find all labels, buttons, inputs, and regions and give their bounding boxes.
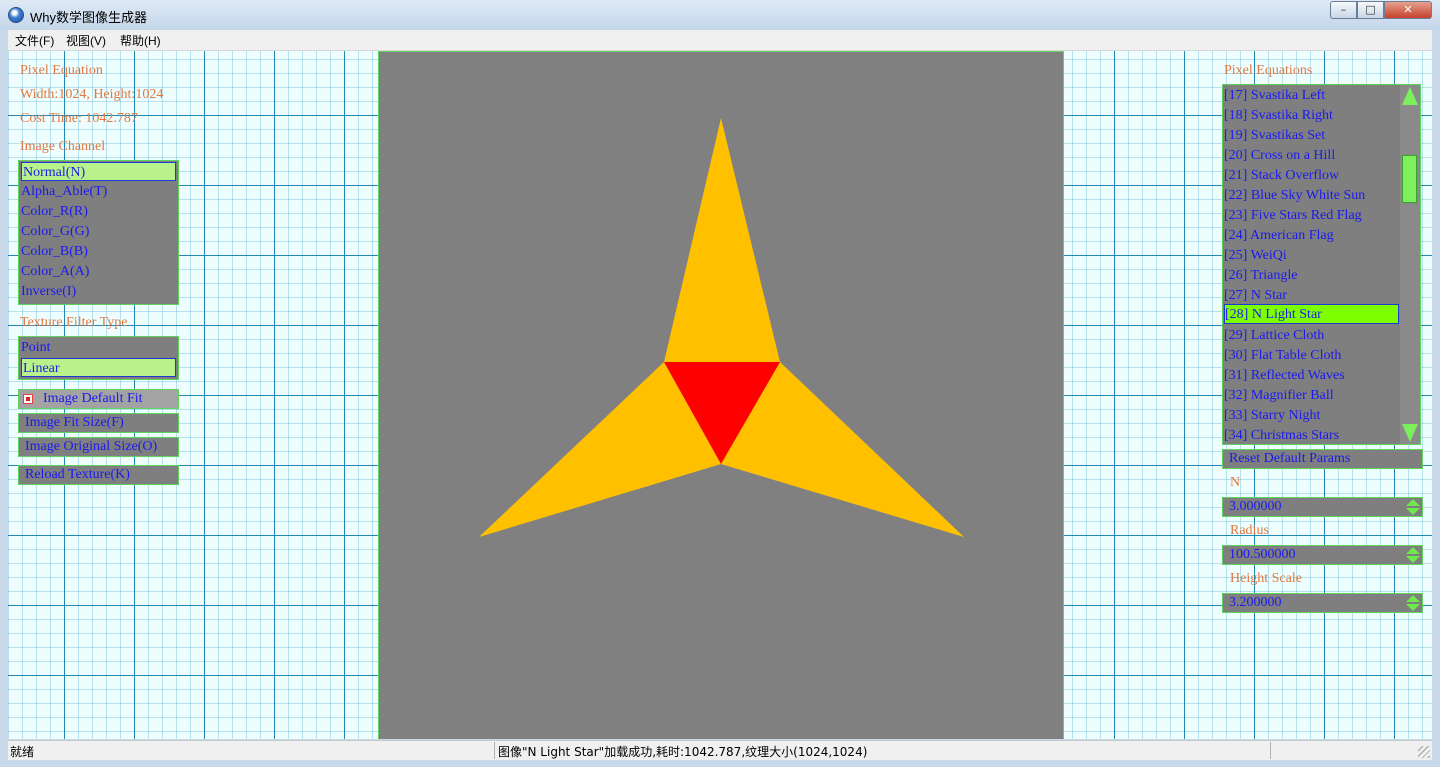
status-ready: 就绪	[10, 745, 35, 759]
param-height-scale-label: Height Scale	[1230, 571, 1302, 586]
texture-filter-list[interactable]: Point Linear	[18, 336, 179, 380]
equation-item[interactable]: [34] Christmas Stars	[1224, 426, 1339, 446]
close-button[interactable]: ✕	[1384, 1, 1432, 19]
texture-filter-label: Texture Filter Type	[20, 315, 128, 330]
n-light-star-image	[479, 118, 964, 537]
spin-arrows-icon[interactable]	[1406, 547, 1420, 563]
filter-point[interactable]: Point	[21, 338, 51, 357]
equation-item[interactable]: [22] Blue Sky White Sun	[1224, 186, 1365, 206]
menu-bar: 文件(F) 视图(V) 帮助(H)	[8, 30, 1432, 51]
title-bar: Why数学图像生成器 – □ ✕	[0, 0, 1440, 30]
scroll-up-arrow-icon[interactable]	[1402, 87, 1418, 105]
channel-color-a[interactable]: Color_A(A)	[21, 262, 89, 281]
equation-item[interactable]: [24] American Flag	[1224, 226, 1334, 246]
channel-color-g[interactable]: Color_G(G)	[21, 222, 89, 241]
pixel-equation-heading: Pixel Equation	[20, 63, 103, 78]
param-n-label: N	[1230, 475, 1241, 490]
menu-file[interactable]: 文件(F)	[15, 32, 54, 49]
param-n-input[interactable]: 3.000000	[1222, 497, 1423, 517]
image-fit-size-button[interactable]: Image Fit Size(F)	[18, 413, 179, 433]
param-radius-label: Radius	[1230, 523, 1269, 538]
equation-list[interactable]: [17] Svastika Left [18] Svastika Right […	[1222, 84, 1421, 445]
equation-item[interactable]: [21] Stack Overflow	[1224, 166, 1339, 186]
window-title: Why数学图像生成器	[30, 10, 148, 25]
equation-list-scrollbar[interactable]	[1400, 85, 1420, 444]
spin-arrows-icon[interactable]	[1406, 595, 1420, 611]
image-channel-list[interactable]: Normal(N) Alpha_Able(T) Color_R(R) Color…	[18, 160, 179, 305]
status-separator	[494, 742, 495, 759]
status-message: 图像"N Light Star"加载成功,耗时:1042.787,纹理大小(10…	[498, 745, 868, 759]
app-globe-icon	[8, 7, 24, 23]
reset-default-params-button[interactable]: Reset Default Params	[1222, 449, 1423, 469]
equation-item[interactable]: [23] Five Stars Red Flag	[1224, 206, 1362, 226]
param-radius-input[interactable]: 100.500000	[1222, 545, 1423, 565]
equation-item[interactable]: [32] Magnifier Ball	[1224, 386, 1334, 406]
scroll-down-arrow-icon[interactable]	[1402, 424, 1418, 442]
menu-help[interactable]: 帮助(H)	[120, 32, 161, 49]
equation-item[interactable]: [27] N Star	[1224, 286, 1287, 306]
channel-inverse[interactable]: Inverse(I)	[21, 282, 76, 301]
scroll-thumb[interactable]	[1402, 155, 1417, 203]
equation-item[interactable]: [20] Cross on a Hill	[1224, 146, 1335, 166]
image-canvas	[378, 51, 1064, 739]
param-n-value: 3.000000	[1229, 499, 1282, 514]
maximize-button[interactable]: □	[1357, 1, 1384, 19]
image-default-fit-radio[interactable]: Image Default Fit	[18, 389, 179, 409]
star-shape	[479, 118, 964, 537]
image-channel-label: Image Channel	[20, 139, 106, 154]
equation-item[interactable]: [19] Svastikas Set	[1224, 126, 1325, 146]
reload-texture-button[interactable]: Reload Texture(K)	[18, 465, 179, 485]
image-original-size-button[interactable]: Image Original Size(O)	[18, 437, 179, 457]
resize-grip-icon[interactable]	[1418, 746, 1430, 758]
channel-color-r[interactable]: Color_R(R)	[21, 202, 88, 221]
equation-item[interactable]: [18] Svastika Right	[1224, 106, 1333, 126]
param-radius-value: 100.500000	[1229, 547, 1296, 562]
equation-item[interactable]: [25] WeiQi	[1224, 246, 1287, 266]
equation-item[interactable]: [31] Reflected Waves	[1224, 366, 1345, 386]
filter-linear[interactable]: Linear	[21, 358, 176, 377]
image-size-label: Width:1024, Height:1024	[20, 87, 164, 102]
menu-view[interactable]: 视图(V)	[66, 32, 106, 49]
pixel-equations-heading: Pixel Equations	[1224, 63, 1313, 78]
param-height-scale-input[interactable]: 3.200000	[1222, 593, 1423, 613]
image-default-fit-label: Image Default Fit	[43, 391, 143, 406]
channel-normal[interactable]: Normal(N)	[21, 162, 176, 181]
equation-item[interactable]: [26] Triangle	[1224, 266, 1298, 286]
channel-color-b[interactable]: Color_B(B)	[21, 242, 88, 261]
equation-item[interactable]: [17] Svastika Left	[1224, 86, 1325, 106]
status-bar: 就绪 图像"N Light Star"加载成功,耗时:1042.787,纹理大小…	[8, 740, 1432, 760]
status-separator	[1270, 742, 1271, 759]
equation-item[interactable]: [29] Lattice Cloth	[1224, 326, 1324, 346]
minimize-button[interactable]: –	[1330, 1, 1357, 19]
spin-arrows-icon[interactable]	[1406, 499, 1420, 515]
equation-item[interactable]: [33] Starry Night	[1224, 406, 1320, 426]
cost-time-label: Cost Time: 1042.787	[20, 111, 138, 126]
equation-item-selected[interactable]: [28] N Light Star	[1224, 304, 1399, 324]
channel-alpha-able[interactable]: Alpha_Able(T)	[21, 182, 107, 201]
equation-item[interactable]: [30] Flat Table Cloth	[1224, 346, 1341, 366]
main-client-area: Pixel Equation Width:1024, Height:1024 C…	[8, 51, 1432, 739]
app-window: Why数学图像生成器 – □ ✕ 文件(F) 视图(V) 帮助(H) Pixel…	[0, 0, 1440, 767]
param-height-scale-value: 3.200000	[1229, 595, 1282, 610]
radio-checked-icon	[23, 394, 33, 404]
